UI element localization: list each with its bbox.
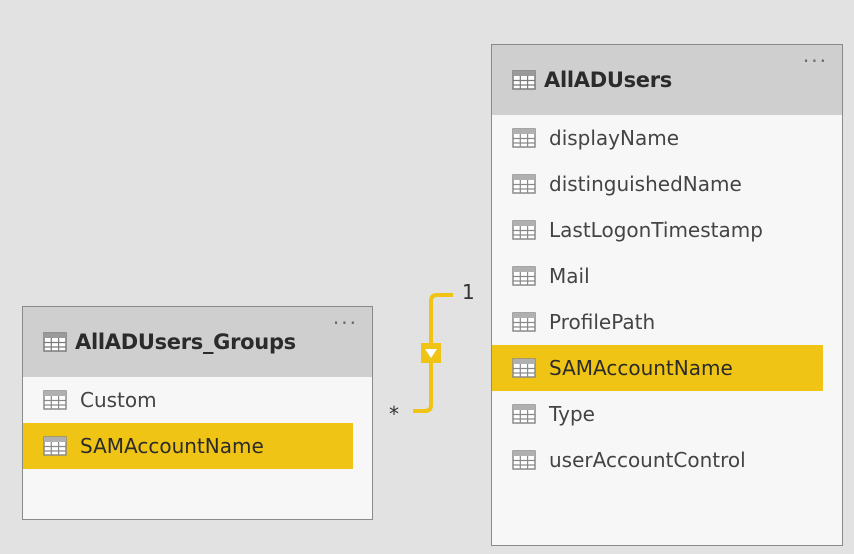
table-grid-icon	[512, 450, 536, 470]
field-label: SAMAccountName	[549, 356, 733, 380]
table-grid-icon	[512, 70, 536, 90]
field-row-lastlogontimestamp[interactable]: LastLogonTimestamp	[492, 207, 842, 253]
relationship-many-label: *	[389, 402, 399, 426]
filter-direction-icon	[421, 343, 441, 363]
table-header[interactable]: AllADUsers ···	[492, 45, 842, 115]
table-grid-icon	[512, 128, 536, 148]
table-title: AllADUsers	[544, 68, 672, 92]
table-grid-icon	[512, 266, 536, 286]
field-row-mail[interactable]: Mail	[492, 253, 842, 299]
field-list: displayName distinguishedName LastLogonTim…	[492, 115, 842, 483]
relationship-one-label: 1	[462, 280, 475, 304]
field-label: SAMAccountName	[80, 434, 264, 458]
table-card-alladusers-groups[interactable]: AllADUsers_Groups ··· Custom SAMAccountN…	[22, 306, 373, 520]
field-row-custom[interactable]: Custom	[23, 377, 372, 423]
table-grid-icon	[512, 312, 536, 332]
field-row-samaccountname[interactable]: SAMAccountName	[492, 345, 823, 391]
table-grid-icon	[512, 220, 536, 240]
table-grid-icon	[43, 332, 67, 352]
field-row-useraccountcontrol[interactable]: userAccountControl	[492, 437, 842, 483]
field-label: displayName	[549, 126, 680, 150]
field-label: Type	[549, 402, 595, 426]
field-label: ProfilePath	[549, 310, 656, 334]
more-options-button[interactable]: ···	[333, 313, 358, 333]
field-label: LastLogonTimestamp	[549, 218, 763, 242]
field-row-type[interactable]: Type	[492, 391, 842, 437]
field-row-displayname[interactable]: displayName	[492, 115, 842, 161]
table-grid-icon	[512, 358, 536, 378]
table-title: AllADUsers_Groups	[75, 330, 296, 354]
table-grid-icon	[43, 390, 67, 410]
table-card-alladusers[interactable]: AllADUsers ··· displayName distinguishedN…	[491, 44, 843, 546]
field-row-profilepath[interactable]: ProfilePath	[492, 299, 842, 345]
table-grid-icon	[512, 404, 536, 424]
table-grid-icon	[512, 174, 536, 194]
field-row-distinguishedname[interactable]: distinguishedName	[492, 161, 842, 207]
field-label: distinguishedName	[549, 172, 742, 196]
table-grid-icon	[43, 436, 67, 456]
more-options-button[interactable]: ···	[803, 51, 828, 71]
field-label: userAccountControl	[549, 448, 746, 472]
field-label: Custom	[80, 388, 157, 412]
field-label: Mail	[549, 264, 590, 288]
field-row-samaccountname[interactable]: SAMAccountName	[23, 423, 353, 469]
table-header[interactable]: AllADUsers_Groups ···	[23, 307, 372, 377]
